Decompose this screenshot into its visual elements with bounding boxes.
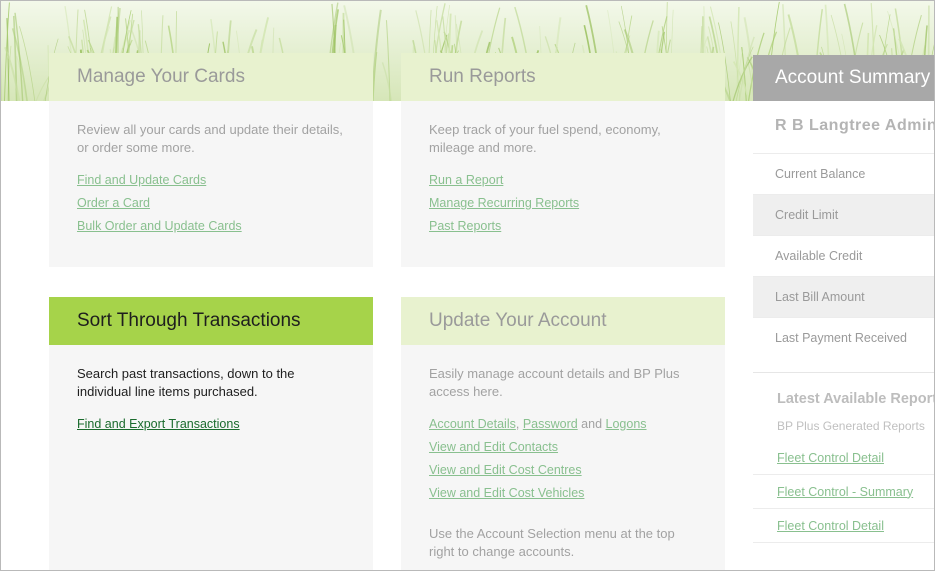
transactions-description: Search past transactions, down to the in… [77,366,295,399]
manage-cards-description: Review all your cards and update their d… [77,122,343,155]
summary-row-last-bill: Last Bill Amount [753,276,934,317]
account-selection-note: Use the Account Selection menu at the to… [429,526,675,559]
order-card-link[interactable]: Order a Card [77,192,345,215]
inline-separator: , [515,417,523,431]
latest-reports-subheading: BP Plus Generated Reports [777,419,925,433]
account-inline-links: Account Details, Password and Logons [429,413,697,436]
summary-row-available-credit: Available Credit [753,235,934,276]
find-export-transactions-link[interactable]: Find and Export Transactions [77,413,345,436]
run-reports-description: Keep track of your fuel spend, economy, … [429,122,661,155]
update-account-description: Easily manage account details and BP Plu… [429,366,680,399]
account-name: R B Langtree Admin [775,117,935,134]
fleet-control-summary-link[interactable]: Fleet Control - Summary [777,485,913,499]
run-reports-card: Run Reports Keep track of your fuel spen… [401,53,725,267]
update-account-card: Update Your Account Easily manage accoun… [401,297,725,570]
transactions-card: Sort Through Transactions Search past tr… [49,297,373,570]
password-link[interactable]: Password [523,417,578,431]
account-summary-panel: Account Summary R B Langtree Admin Curre… [753,55,935,570]
logons-link[interactable]: Logons [606,417,647,431]
bulk-order-cards-link[interactable]: Bulk Order and Update Cards [77,215,345,238]
account-details-link[interactable]: Account Details [429,417,516,431]
run-report-link[interactable]: Run a Report [429,169,697,192]
summary-row-credit-limit: Credit Limit [753,194,934,235]
update-account-heading[interactable]: Update Your Account [401,297,725,345]
summary-row-last-payment: Last Payment Received [753,317,934,358]
account-summary-heading: Account Summary [753,55,934,101]
manage-cards-heading[interactable]: Manage Your Cards [49,53,373,101]
grass-blade [381,62,393,101]
page-frame: Manage Your Cards Review all your cards … [0,0,935,571]
manage-recurring-reports-link[interactable]: Manage Recurring Reports [429,192,697,215]
grass-blade [4,46,21,101]
fleet-control-detail-link[interactable]: Fleet Control Detail [777,451,884,465]
fleet-control-detail-link-2[interactable]: Fleet Control Detail [777,519,884,533]
view-edit-cost-centres-link[interactable]: View and Edit Cost Centres [429,459,697,482]
view-edit-cost-vehicles-link[interactable]: View and Edit Cost Vehicles [429,482,697,505]
latest-reports-section: Latest Available Reports BP Plus Generat… [753,372,935,543]
manage-cards-card: Manage Your Cards Review all your cards … [49,53,373,267]
view-edit-contacts-link[interactable]: View and Edit Contacts [429,436,697,459]
latest-reports-heading: Latest Available Reports [777,391,935,407]
inline-separator: and [577,417,606,431]
find-update-cards-link[interactable]: Find and Update Cards [77,169,345,192]
run-reports-heading[interactable]: Run Reports [401,53,725,101]
past-reports-link[interactable]: Past Reports [429,215,697,238]
summary-row-current-balance: Current Balance [753,153,934,194]
transactions-heading[interactable]: Sort Through Transactions [49,297,373,345]
